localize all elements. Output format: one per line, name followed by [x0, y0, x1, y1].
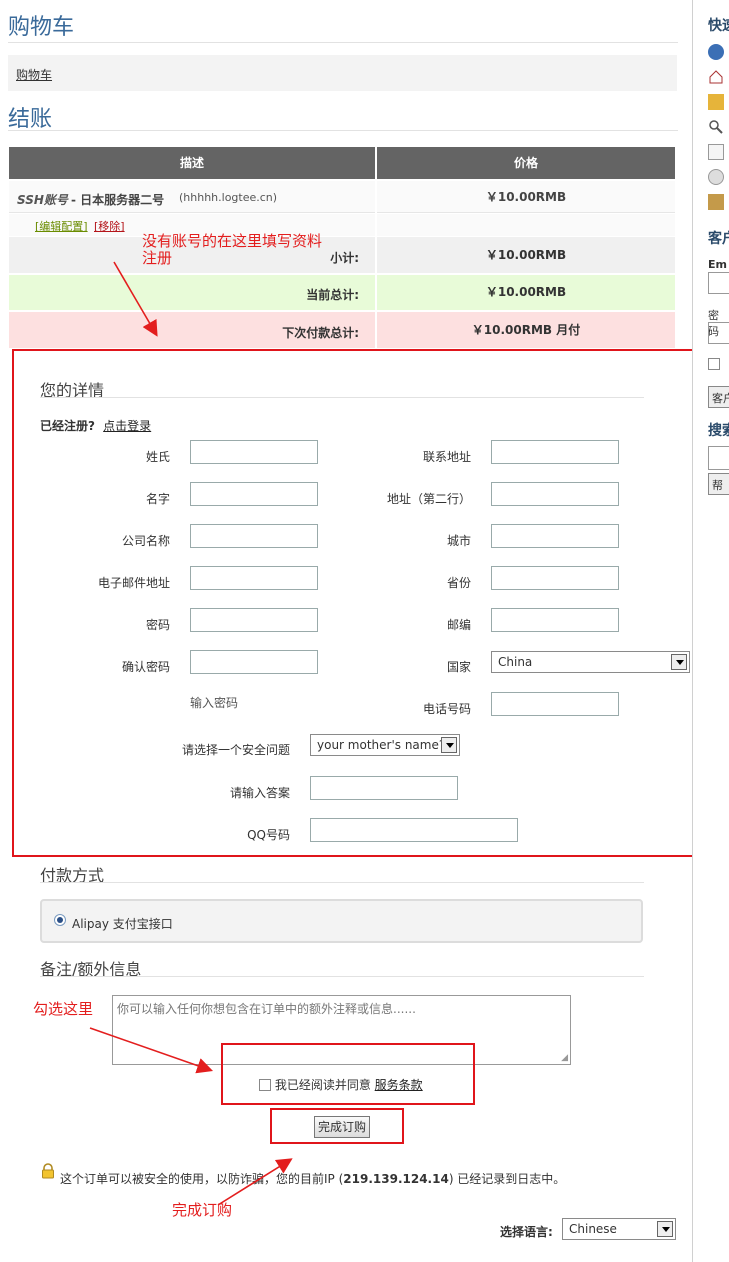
arrow-complete	[217, 1158, 293, 1206]
search-icon[interactable]	[708, 119, 724, 135]
sidebar-help-button[interactable]: 帮	[708, 473, 729, 495]
sidebar-client-title: 客户	[708, 231, 729, 247]
disc-icon[interactable]	[708, 169, 724, 185]
globe-icon[interactable]	[708, 44, 724, 60]
sidebar-search-title: 搜索	[708, 423, 729, 439]
sidebar-email-label: Em	[708, 258, 727, 271]
sidebar-remember-checkbox[interactable]	[708, 358, 720, 370]
sidebar: 快速 客户 Em 密码 客户 搜索 帮	[693, 0, 729, 1262]
annotation-arrows	[89, 261, 293, 1206]
sidebar-password-input[interactable]	[708, 322, 729, 344]
cart-icon[interactable]	[708, 94, 724, 110]
arrow-register	[113, 261, 158, 337]
home-icon[interactable]	[708, 69, 724, 85]
sidebar-quick-title: 快速	[708, 18, 729, 34]
sidebar-login-button[interactable]: 客户	[708, 386, 729, 408]
sidebar-search-input[interactable]	[708, 446, 729, 470]
box-icon[interactable]	[708, 194, 724, 210]
edit-icon[interactable]	[708, 144, 724, 160]
arrow-check	[89, 1027, 214, 1074]
sidebar-email-input[interactable]	[708, 272, 729, 294]
